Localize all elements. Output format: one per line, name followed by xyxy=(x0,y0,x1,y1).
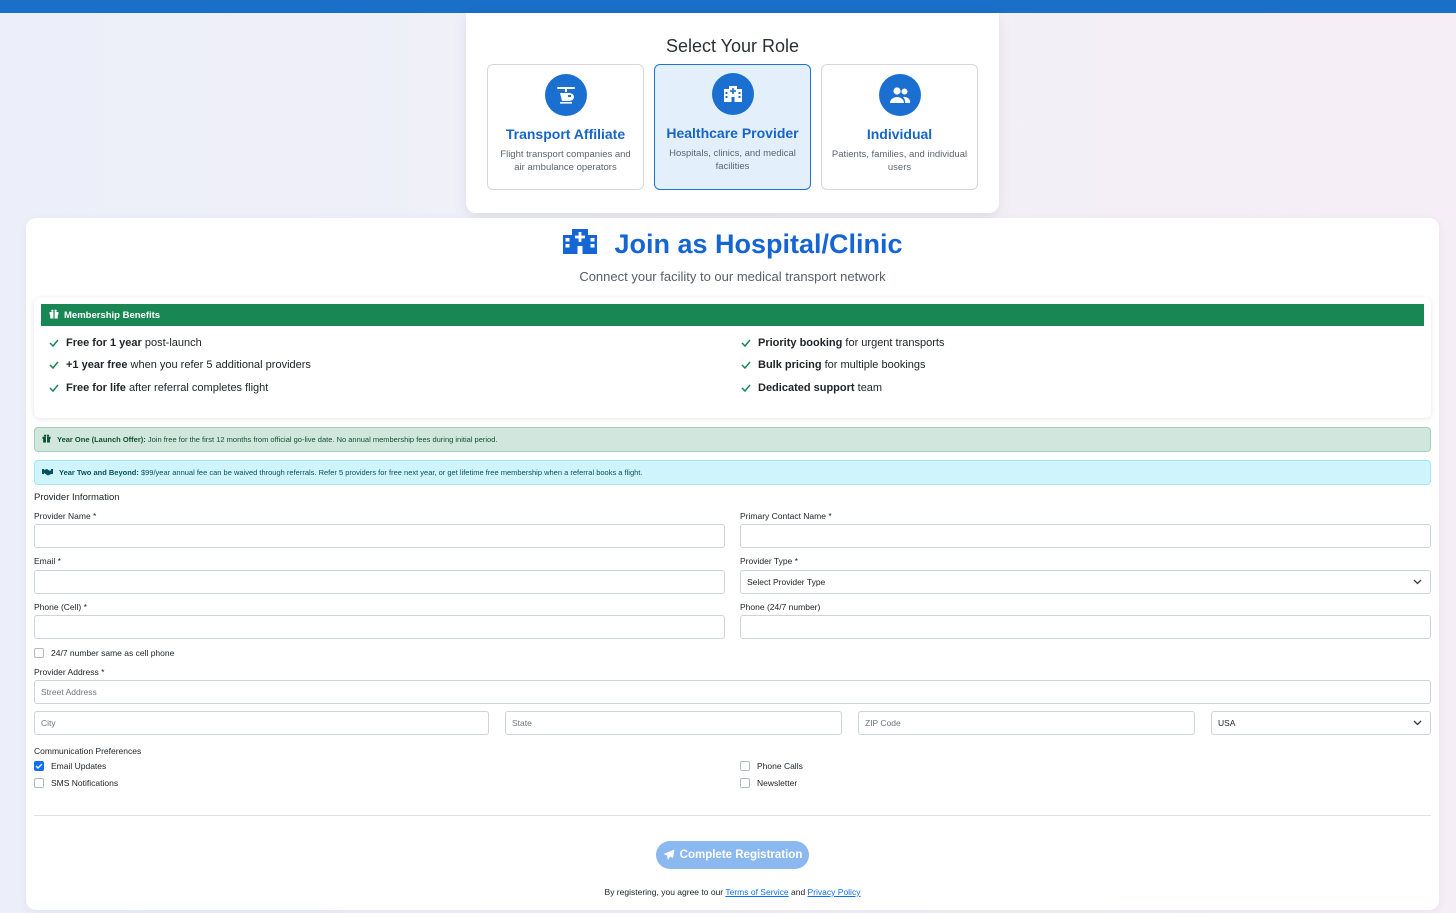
provider-type-select[interactable]: Select Provider Type xyxy=(740,570,1431,594)
check-icon xyxy=(35,763,43,769)
helicopter-icon xyxy=(544,74,587,116)
chevron-down-icon xyxy=(1413,720,1422,726)
role-selector-title: Select Your Role xyxy=(665,36,800,56)
provider-type-value: Select Provider Type xyxy=(747,577,826,587)
benefit-item: Dedicated support team xyxy=(741,382,882,394)
paper-plane-icon xyxy=(663,849,675,860)
page-subtitle: Connect your facility to our medical tra… xyxy=(579,269,886,284)
check-icon xyxy=(49,384,59,392)
provider-info-title: Provider Information xyxy=(34,492,120,503)
address-label: Provider Address * xyxy=(34,667,105,677)
provider-type-label: Provider Type * xyxy=(740,556,798,566)
membership-benefits: Membership Benefits Free for 1 year post… xyxy=(34,298,1431,418)
gift-icon xyxy=(42,434,51,445)
year-two-alert: Year Two and Beyond: $99/year annual fee… xyxy=(34,460,1431,485)
role-desc: Patients, families, and individual users xyxy=(831,149,968,173)
newsletter-checkbox[interactable]: Newsletter xyxy=(740,778,797,788)
checkbox-box[interactable] xyxy=(740,761,750,771)
role-selector: Select Your Role Transport Affiliate Fli… xyxy=(466,13,999,213)
role-desc: Flight transport companies and air ambul… xyxy=(500,149,631,173)
street-address-input[interactable] xyxy=(34,680,1431,704)
benefit-item: Free for life after referral completes f… xyxy=(49,382,268,394)
role-individual[interactable]: Individual Patients, families, and indiv… xyxy=(821,64,978,190)
check-icon xyxy=(49,339,59,347)
terms-of-service-link[interactable]: Terms of Service xyxy=(725,887,788,897)
check-icon xyxy=(49,361,59,369)
benefit-item: Priority booking for urgent transports xyxy=(741,337,944,349)
zip-input[interactable] xyxy=(858,711,1195,735)
phone-calls-checkbox[interactable]: Phone Calls xyxy=(740,761,803,771)
country-select[interactable]: USA xyxy=(1211,711,1431,735)
gift-icon xyxy=(49,309,59,322)
role-healthcare-provider[interactable]: Healthcare Provider Hospitals, clinics, … xyxy=(654,64,811,190)
city-input[interactable] xyxy=(34,711,489,735)
primary-contact-label: Primary Contact Name * xyxy=(740,511,832,521)
role-name: Healthcare Provider xyxy=(666,125,799,141)
page-title: Join as Hospital/Clinic xyxy=(614,228,903,259)
divider xyxy=(34,815,1431,816)
state-input[interactable] xyxy=(505,711,842,735)
benefit-item: +1 year free when you refer 5 additional… xyxy=(49,359,311,371)
email-field[interactable] xyxy=(34,570,725,594)
comm-prefs-title: Communication Preferences xyxy=(34,746,142,756)
chevron-down-icon xyxy=(1413,579,1422,585)
privacy-policy-link[interactable]: Privacy Policy xyxy=(808,887,861,897)
email-updates-checkbox[interactable]: Email Updates xyxy=(34,761,106,771)
checkbox-box[interactable] xyxy=(34,648,44,658)
role-name: Transport Affiliate xyxy=(505,126,626,142)
check-icon xyxy=(741,361,751,369)
benefits-header: Membership Benefits xyxy=(41,304,1424,326)
checkbox-box[interactable] xyxy=(740,778,750,788)
complete-registration-button[interactable]: Complete Registration xyxy=(656,841,809,869)
role-transport-affiliate[interactable]: Transport Affiliate Flight transport com… xyxy=(487,64,644,190)
provider-name-input[interactable] xyxy=(34,524,725,548)
benefit-item: Free for 1 year post-launch xyxy=(49,337,202,349)
phone-247-label: Phone (24/7 number) xyxy=(740,602,821,612)
role-name: Individual xyxy=(866,126,933,142)
phone-247-input[interactable] xyxy=(740,615,1431,639)
check-icon xyxy=(741,384,751,392)
benefits-title: Membership Benefits xyxy=(64,309,161,321)
role-desc: Hospitals, clinics, and medical faciliti… xyxy=(669,148,796,172)
benefit-item: Bulk pricing for multiple bookings xyxy=(741,359,926,371)
checkbox-box[interactable] xyxy=(34,778,44,788)
country-value: USA xyxy=(1218,718,1236,728)
top-bar xyxy=(0,0,1456,13)
hospital-icon xyxy=(562,228,598,260)
page-header: Join as Hospital/Clinic xyxy=(26,228,1439,260)
provider-name-label: Provider Name * xyxy=(34,511,97,521)
phone-cell-input[interactable] xyxy=(34,615,725,639)
registration-card: Join as Hospital/Clinic Connect your fac… xyxy=(26,218,1439,910)
email-label: Email * xyxy=(34,556,61,566)
phone-cell-label: Phone (Cell) * xyxy=(34,602,87,612)
hospital-icon xyxy=(711,73,754,115)
checkbox-box[interactable] xyxy=(34,761,44,771)
terms-text: By registering, you agree to our Terms o… xyxy=(604,887,861,897)
same-as-cell-checkbox[interactable]: 24/7 number same as cell phone xyxy=(34,648,174,658)
primary-contact-input[interactable] xyxy=(740,524,1431,548)
users-icon xyxy=(878,74,921,116)
check-icon xyxy=(741,339,751,347)
handshake-icon xyxy=(42,468,53,478)
sms-checkbox[interactable]: SMS Notifications xyxy=(34,778,118,788)
year-one-alert: Year One (Launch Offer): Join free for t… xyxy=(34,427,1431,452)
